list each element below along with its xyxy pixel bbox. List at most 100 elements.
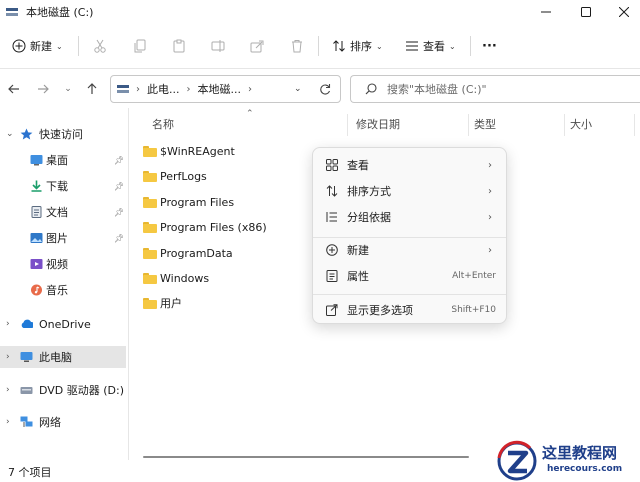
menu-item-sort[interactable]: 排序方式 › [317,178,504,204]
sidebar-item-onedrive[interactable]: › OneDrive [0,313,126,335]
document-icon [31,206,42,218]
column-divider[interactable] [634,114,635,136]
search-placeholder: 搜索"本地磁盘 (C:)" [387,83,487,96]
watermark: 这里教程网 herecours.com [492,440,640,482]
maximize-icon [581,7,591,17]
back-button[interactable] [6,80,22,98]
sidebar-label: 下载 [46,180,68,193]
new-button[interactable]: 新建 ⌄ [12,26,63,66]
sidebar-item-quick-access[interactable]: ⌄ 快速访问 [0,123,126,145]
sidebar-label: 快速访问 [39,128,83,141]
paste-button[interactable] [172,26,186,66]
title-bar: 本地磁盘 (C:) [0,0,640,24]
pin-icon[interactable]: 📌︎ [114,156,124,165]
sidebar-label: 此电脑 [39,351,72,364]
list-item[interactable]: PerfLogs [143,165,207,187]
toolbar-divider [470,36,471,56]
file-name: $WinREAgent [160,144,235,158]
breadcrumb-separator: › [248,83,252,95]
chevron-down-icon: ⌄ [56,41,63,51]
column-header-type[interactable]: 类型 [474,116,496,132]
file-name: 用户 [160,297,182,310]
cut-button[interactable] [93,26,107,66]
breadcrumb-local-disk[interactable]: 本地磁... [198,81,242,97]
watermark-url: herecours.com [547,464,623,474]
file-name: PerfLogs [160,169,207,183]
chevron-right-icon: › [488,244,492,256]
sidebar-item-downloads[interactable]: 下载 📌︎ [0,175,126,197]
chevron-down-icon[interactable]: ⌄ [6,129,14,139]
watermark-logo-icon [497,440,537,481]
pin-icon[interactable]: 📌︎ [114,208,124,217]
folder-icon [143,221,157,233]
file-name: Windows [160,271,210,285]
sort-button[interactable]: 排序 ⌄ [332,26,383,66]
delete-button[interactable] [290,26,304,66]
menu-item-new[interactable]: 新建 › [317,237,504,263]
sort-icon [333,40,345,52]
file-name: Program Files [160,195,235,209]
list-item[interactable]: $WinREAgent [143,140,235,162]
menu-item-group[interactable]: 分组依据 › [317,204,504,230]
menu-item-more-options[interactable]: 显示更多选项 Shift+F10 [317,297,504,323]
sidebar-item-desktop[interactable]: 桌面 📌︎ [0,149,126,171]
copy-button[interactable] [133,26,147,66]
sidebar-item-music[interactable]: 音乐 [0,279,126,301]
computer-icon [20,352,33,362]
menu-label: 新建 [347,244,369,257]
watermark-title: 这里教程网 [542,444,618,462]
recent-locations-button[interactable]: ⌄ [60,80,76,98]
pin-icon[interactable]: 📌︎ [114,182,124,191]
chevron-right-icon[interactable]: › [6,352,10,362]
menu-item-properties[interactable]: 属性 Alt+Enter [317,263,504,289]
more-button[interactable]: ··· [482,26,497,66]
sidebar-item-dvd-drive[interactable]: › DVD 驱动器 (D:) CP [0,379,126,401]
view-button[interactable]: 查看 ⌄ [405,26,456,66]
pin-icon[interactable]: 📌︎ [114,234,124,243]
network-icon [20,416,33,427]
rename-icon [211,40,225,52]
chevron-down-icon: ⌄ [449,41,456,51]
sidebar-item-network[interactable]: › 网络 [0,411,126,433]
new-label: 新建 [30,40,52,53]
sidebar-item-videos[interactable]: 视频 [0,253,126,275]
list-item[interactable]: ProgramData [143,242,233,264]
list-item[interactable]: Program Files [143,191,234,213]
rename-button[interactable] [211,26,225,66]
column-header-size[interactable]: 大小 [570,116,592,132]
column-divider[interactable] [468,114,469,136]
refresh-icon[interactable] [319,83,331,95]
list-item[interactable]: Windows [143,267,209,289]
chevron-right-icon[interactable]: › [6,319,10,329]
breadcrumb-this-pc[interactable]: 此电... [147,81,180,97]
command-bar: 新建 ⌄ 排序 ⌄ 查看 ⌄ ··· [0,26,640,66]
menu-separator [313,294,506,295]
list-item[interactable]: 用户 [143,292,182,314]
chevron-down-icon: ⌄ [376,41,383,51]
forward-button[interactable] [35,80,51,98]
column-header-name[interactable]: 名称 [152,116,174,132]
column-divider[interactable] [347,114,348,136]
minimize-button[interactable] [526,0,566,24]
address-bar[interactable]: › 此电... › 本地磁... › ⌄ [110,75,341,103]
chevron-right-icon[interactable]: › [6,417,10,427]
menu-item-view[interactable]: 查看 › [317,152,504,178]
folder-icon [143,145,157,157]
list-item[interactable]: Program Files (x86) [143,216,267,238]
search-input[interactable]: 搜索"本地磁盘 (C:)" [350,75,640,103]
sidebar-item-documents[interactable]: 文档 📌︎ [0,201,126,223]
sort-label: 排序 [350,40,372,53]
sidebar-item-this-pc[interactable]: › 此电脑 [0,346,126,368]
trash-icon [292,40,302,53]
chevron-right-icon[interactable]: › [6,385,10,395]
sidebar-label: 桌面 [46,154,68,167]
chevron-down-icon[interactable]: ⌄ [294,84,302,94]
up-button[interactable] [84,80,100,98]
horizontal-scrollbar[interactable] [143,456,469,458]
sidebar-item-pictures[interactable]: 图片 📌︎ [0,227,126,249]
share-button[interactable] [250,26,264,66]
column-header-modified[interactable]: 修改日期 [356,116,400,132]
maximize-button[interactable] [566,0,606,24]
column-divider[interactable] [564,114,565,136]
close-button[interactable] [604,0,640,24]
